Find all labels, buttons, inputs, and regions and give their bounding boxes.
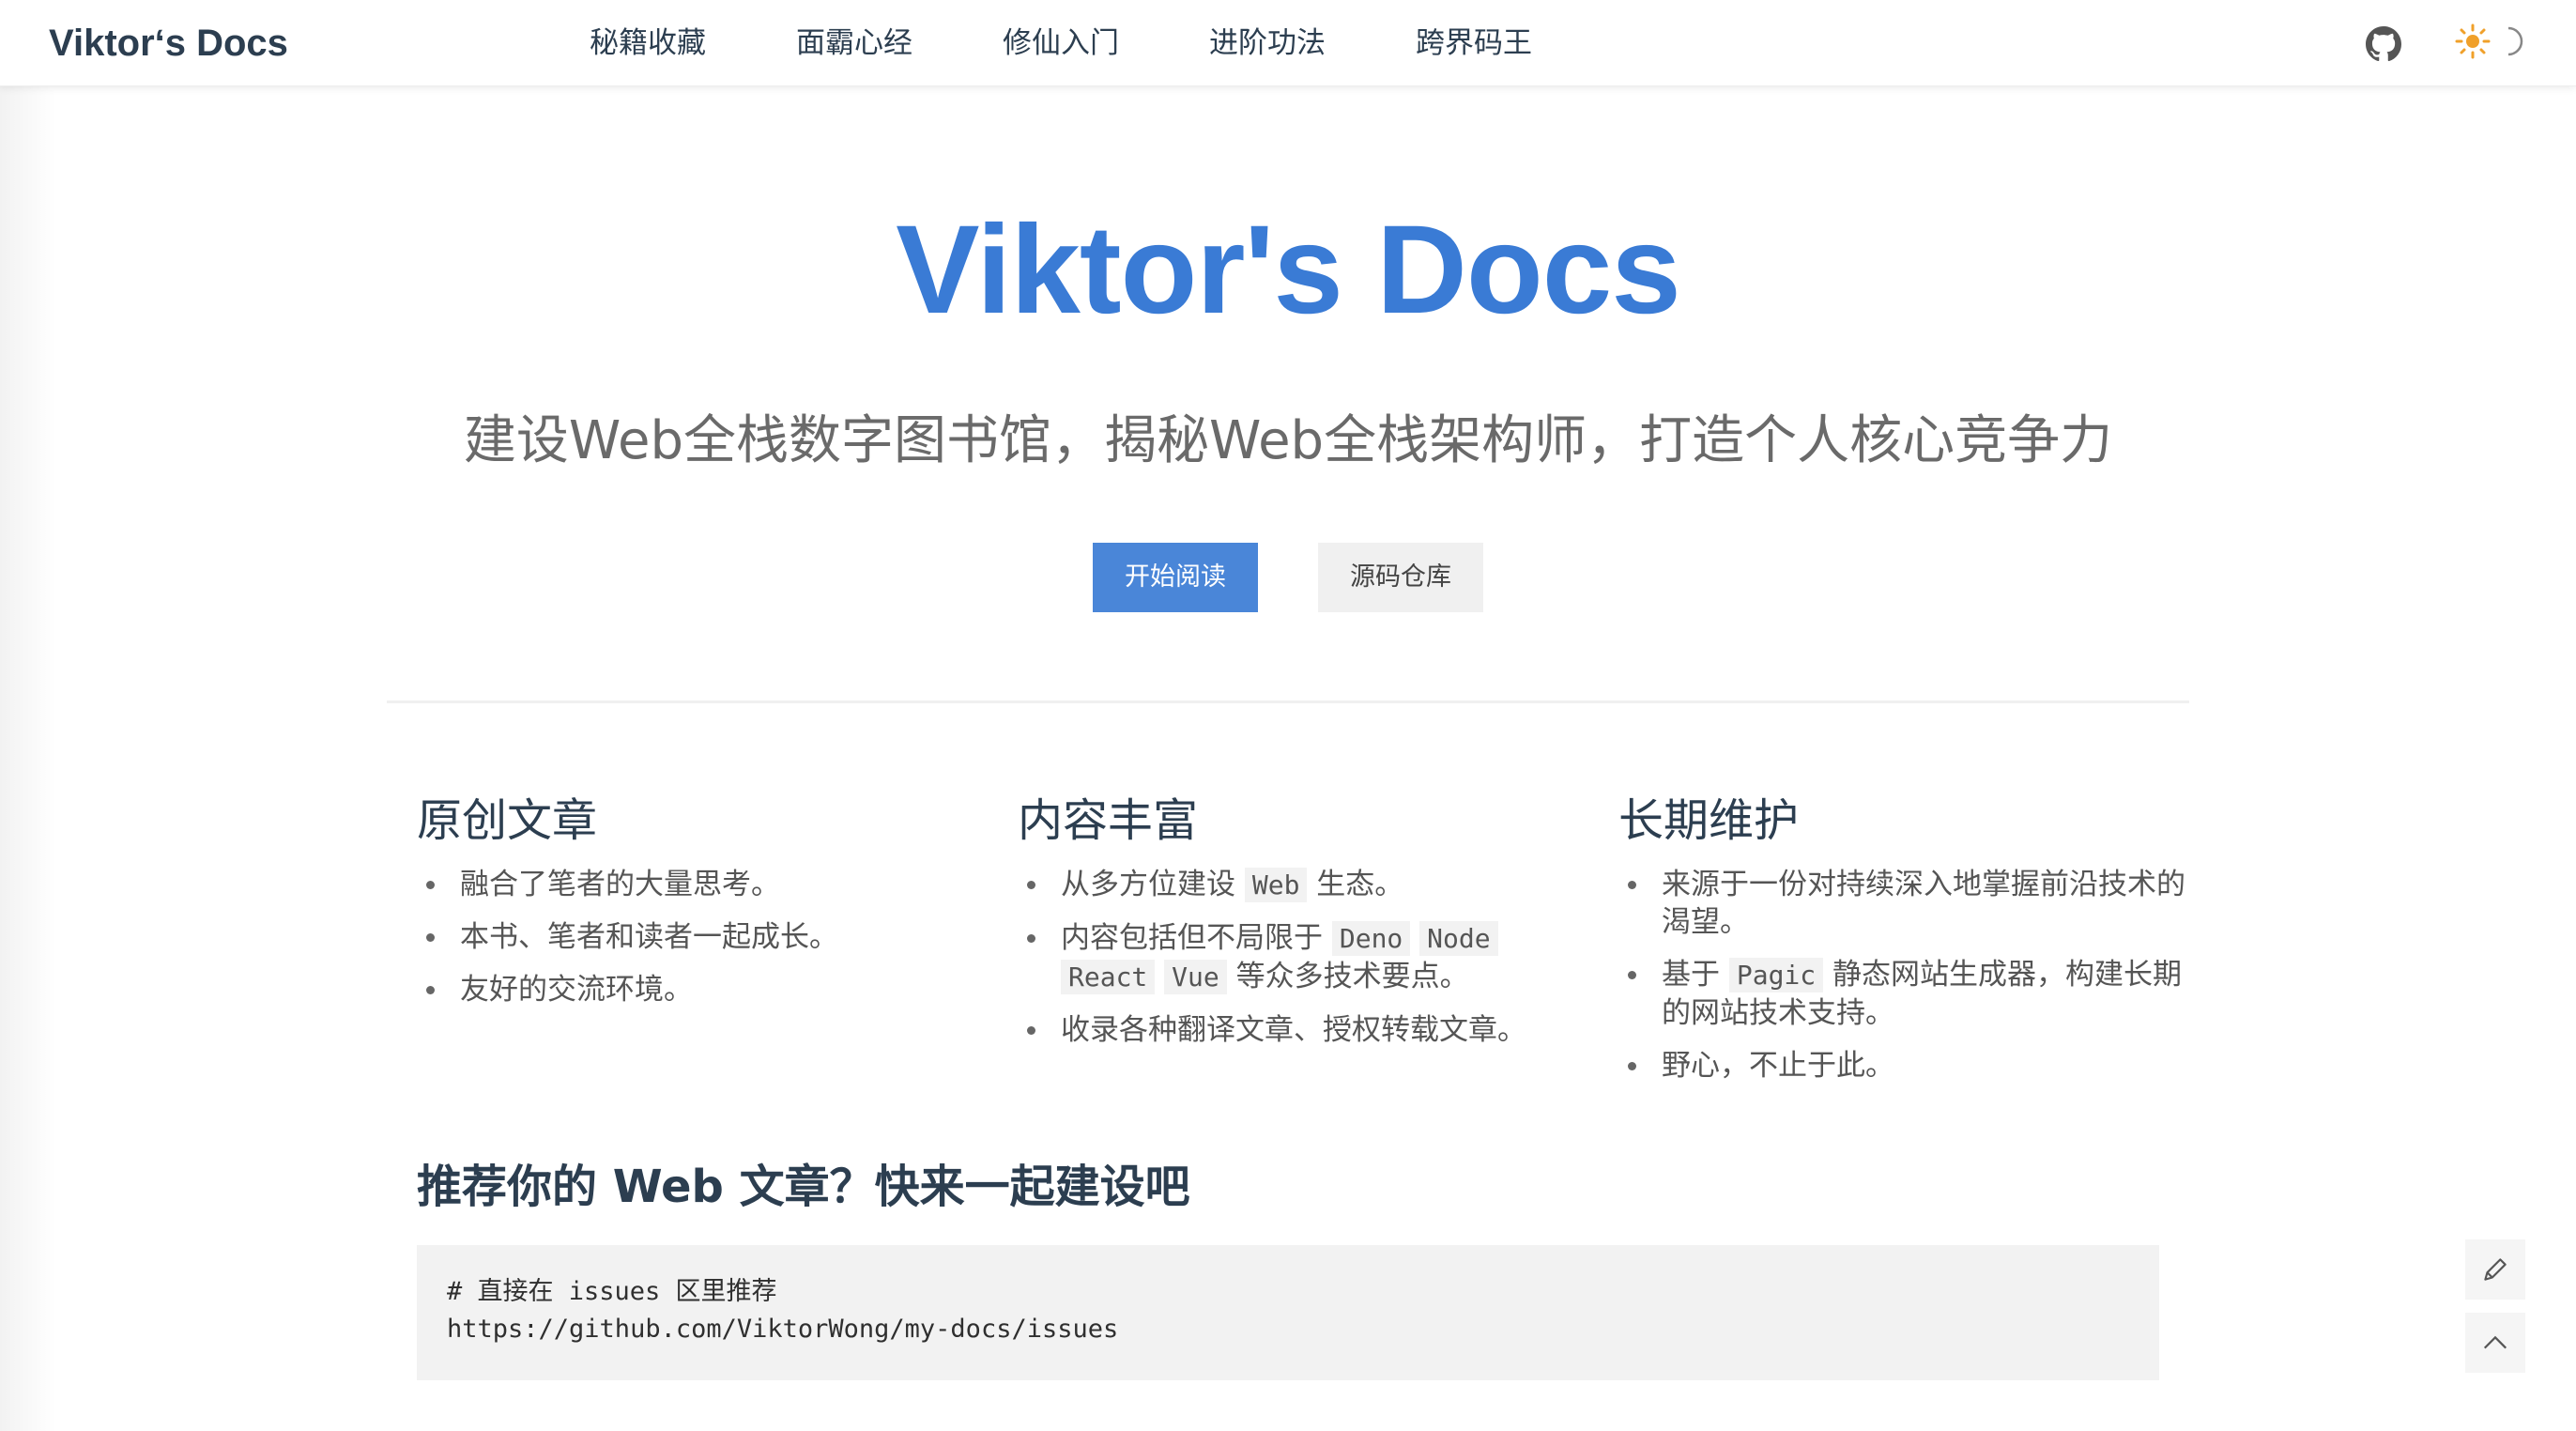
feature-original: 原创文章 融合了笔者的大量思考。 本书、笔者和读者一起成长。 友好的交流环境。: [417, 787, 999, 1023]
feature-list: 融合了笔者的大量思考。 本书、笔者和读者一起成长。 友好的交流环境。: [417, 866, 999, 1008]
list-item: 收录各种翻译文章、授权转载文章。: [1018, 1011, 1600, 1049]
top-navbar: Viktor‘s Docs 秘籍收藏 面霸心经 修仙入门 进阶功法 跨界码王: [0, 0, 2576, 86]
feature-title: 内容丰富: [1018, 794, 1199, 847]
source-repo-button[interactable]: 源码仓库: [1318, 543, 1483, 612]
item-text: 等众多技术要点。: [1235, 960, 1469, 993]
recommend-title: 推荐你的 Web 文章？快来一起建设吧: [417, 1161, 1190, 1213]
nav-link-advanced[interactable]: 进阶功法: [1209, 21, 1326, 66]
nav-link-crossover[interactable]: 跨界码王: [1416, 21, 1532, 66]
list-item: 融合了笔者的大量思考。: [417, 866, 999, 903]
list-item: 本书、笔者和读者一起成长。: [417, 918, 999, 956]
feature-list: 从多方位建设 Web 生态。 内容包括但不局限于 Deno Node React …: [1018, 866, 1600, 1049]
github-icon[interactable]: [2366, 26, 2401, 62]
start-reading-button[interactable]: 开始阅读: [1093, 543, 1258, 612]
code-deno: Deno: [1331, 921, 1411, 956]
list-item: 来源于一份对持续深入地掌握前沿技术的渴望。: [1618, 866, 2200, 941]
site-brand[interactable]: Viktor‘s Docs: [49, 21, 288, 66]
code-block: # 直接在 issues 区里推荐 https://github.com/Vik…: [417, 1245, 2159, 1380]
feature-title: 原创文章: [417, 794, 598, 847]
list-item: 基于 Pagic 静态网站生成器，构建长期的网站技术支持。: [1618, 956, 2200, 1032]
feature-rich-content: 内容丰富 从多方位建设 Web 生态。 内容包括但不局限于 Deno Node R…: [1018, 787, 1600, 1064]
hero-tagline: 建设Web全栈数字图书馆，揭秘Web全栈架构师，打造个人核心竞争力: [463, 410, 2113, 471]
list-item: 野心，不止于此。: [1618, 1047, 2200, 1085]
nav-link-collections[interactable]: 秘籍收藏: [590, 21, 706, 66]
item-text: 基于: [1662, 958, 1720, 992]
sun-icon: [2454, 23, 2492, 60]
code-react: React: [1061, 960, 1156, 994]
feature-title: 长期维护: [1618, 794, 1800, 847]
code-web: Web: [1244, 868, 1308, 902]
theme-toggle[interactable]: [2454, 23, 2529, 60]
code-pagic: Pagic: [1728, 958, 1824, 992]
list-item: 友好的交流环境。: [417, 971, 999, 1008]
list-item: 内容包括但不局限于 Deno Node React Vue 等众多技术要点。: [1018, 919, 1600, 996]
back-to-top-icon: [2483, 1335, 2507, 1349]
item-text: 内容包括但不局限于: [1061, 921, 1323, 955]
code-vue: Vue: [1164, 960, 1227, 994]
back-to-top-button[interactable]: [2465, 1313, 2525, 1373]
code-line: https://github.com/ViktorWong/my-docs/is…: [447, 1315, 1119, 1344]
feature-list: 来源于一份对持续深入地掌握前沿技术的渴望。 基于 Pagic 静态网站生成器，构…: [1618, 866, 2200, 1085]
moon-icon: [2497, 23, 2529, 60]
nav-link-beginner[interactable]: 修仙入门: [1003, 21, 1119, 66]
main-nav: 秘籍收藏 面霸心经 修仙入门 进阶功法 跨界码王: [590, 21, 1622, 66]
code-line: # 直接在 issues 区里推荐: [447, 1277, 777, 1306]
list-item: 从多方位建设 Web 生态。: [1018, 866, 1600, 904]
nav-link-interview[interactable]: 面霸心经: [796, 21, 912, 66]
feature-long-term: 长期维护 来源于一份对持续深入地掌握前沿技术的渴望。 基于 Pagic 静态网站…: [1618, 787, 2200, 1100]
code-node: Node: [1419, 921, 1498, 956]
section-divider: [387, 700, 2189, 703]
item-text: 生态。: [1316, 868, 1404, 901]
edit-page-button[interactable]: [2465, 1239, 2525, 1300]
item-text: 从多方位建设: [1061, 868, 1235, 901]
hero-title: Viktor's Docs: [896, 200, 1681, 340]
edit-icon: [2484, 1258, 2507, 1281]
